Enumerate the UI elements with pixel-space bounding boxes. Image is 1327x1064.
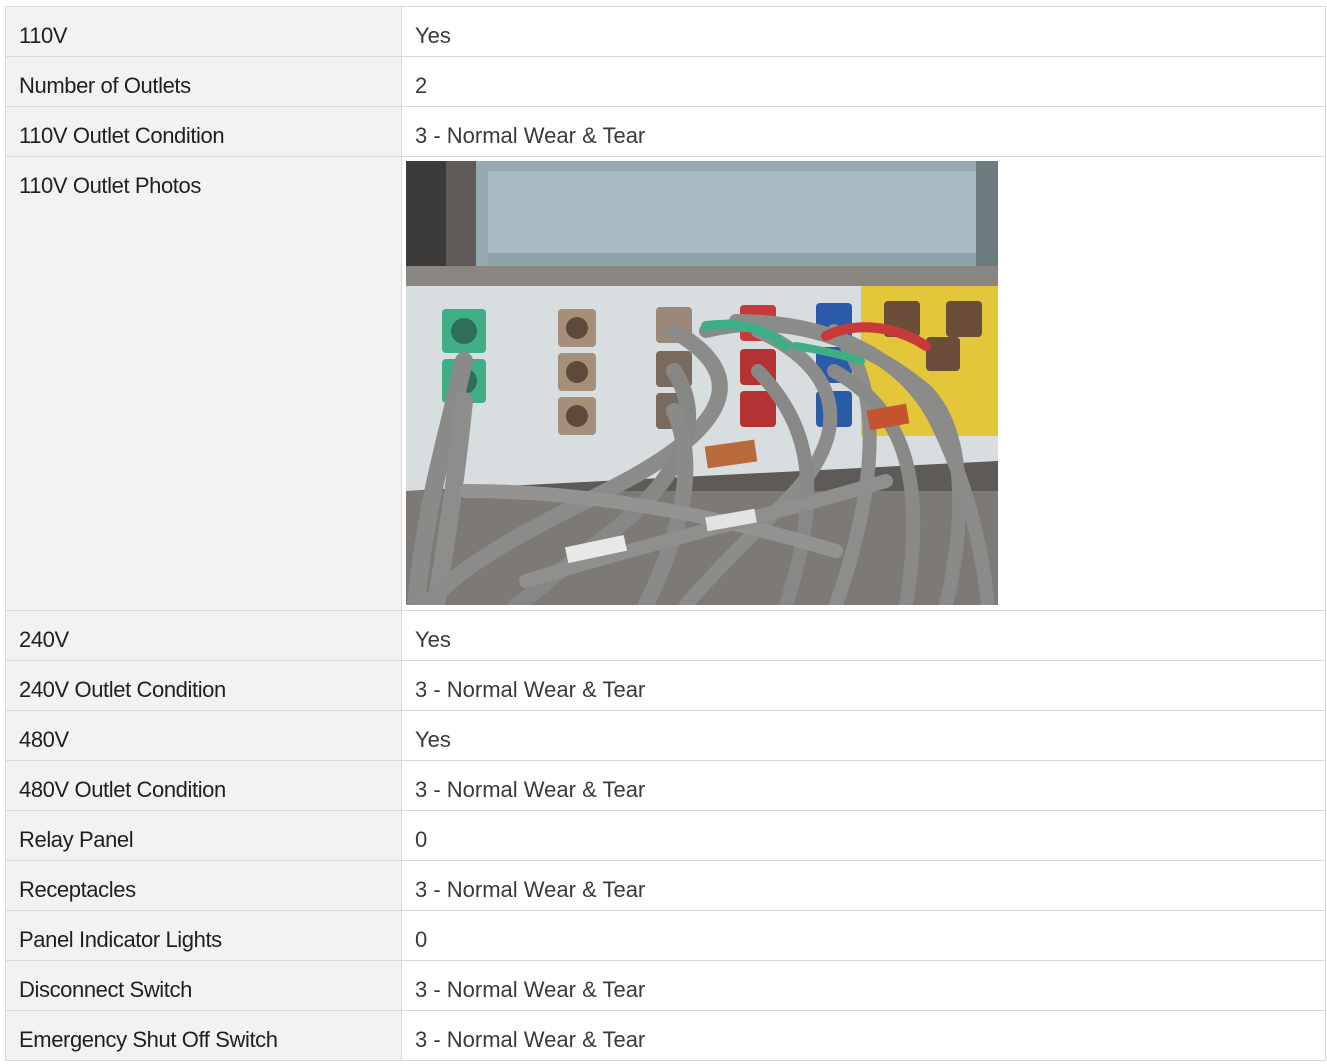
table-row: Receptacles 3 - Normal Wear & Tear — [5, 860, 1326, 911]
electrical-specs-table: 110V Yes Number of Outlets 2 110V Outlet… — [5, 6, 1326, 1061]
table-row: 240V Yes — [5, 610, 1326, 661]
row-label: Panel Indicator Lights — [5, 910, 402, 961]
row-label: 240V — [5, 610, 402, 661]
row-label: Number of Outlets — [5, 56, 402, 107]
table-row: Panel Indicator Lights 0 — [5, 910, 1326, 961]
row-value: 2 — [401, 56, 1326, 107]
row-value: Yes — [401, 610, 1326, 661]
outlet-panel-photo[interactable] — [406, 161, 998, 605]
row-label: 110V Outlet Photos — [5, 156, 402, 611]
row-value: 3 - Normal Wear & Tear — [401, 106, 1326, 157]
row-value: Yes — [401, 6, 1326, 57]
row-value: 3 - Normal Wear & Tear — [401, 860, 1326, 911]
row-label: 480V — [5, 710, 402, 761]
row-value: 0 — [401, 910, 1326, 961]
row-label: 240V Outlet Condition — [5, 660, 402, 711]
table-row: 110V Outlet Condition 3 - Normal Wear & … — [5, 106, 1326, 157]
row-value: 0 — [401, 810, 1326, 861]
table-row: Emergency Shut Off Switch 3 - Normal Wea… — [5, 1010, 1326, 1061]
row-label: 110V — [5, 6, 402, 57]
row-label: Receptacles — [5, 860, 402, 911]
table-row: 480V Yes — [5, 710, 1326, 761]
row-label: 480V Outlet Condition — [5, 760, 402, 811]
table-row-photo: 110V Outlet Photos — [5, 156, 1326, 611]
table-row: Relay Panel 0 — [5, 810, 1326, 861]
row-label: Relay Panel — [5, 810, 402, 861]
table-row: 110V Yes — [5, 6, 1326, 57]
row-value: 3 - Normal Wear & Tear — [401, 760, 1326, 811]
table-row: 240V Outlet Condition 3 - Normal Wear & … — [5, 660, 1326, 711]
row-value: Yes — [401, 710, 1326, 761]
row-label: Emergency Shut Off Switch — [5, 1010, 402, 1061]
row-label: Disconnect Switch — [5, 960, 402, 1011]
row-value: 3 - Normal Wear & Tear — [401, 660, 1326, 711]
table-row: 480V Outlet Condition 3 - Normal Wear & … — [5, 760, 1326, 811]
row-value: 3 - Normal Wear & Tear — [401, 1010, 1326, 1061]
photo-cell — [401, 156, 1326, 611]
table-row: Disconnect Switch 3 - Normal Wear & Tear — [5, 960, 1326, 1011]
row-label: 110V Outlet Condition — [5, 106, 402, 157]
row-value: 3 - Normal Wear & Tear — [401, 960, 1326, 1011]
outlet-inspection-page: 110V Yes Number of Outlets 2 110V Outlet… — [0, 0, 1327, 1064]
table-row: Number of Outlets 2 — [5, 56, 1326, 107]
